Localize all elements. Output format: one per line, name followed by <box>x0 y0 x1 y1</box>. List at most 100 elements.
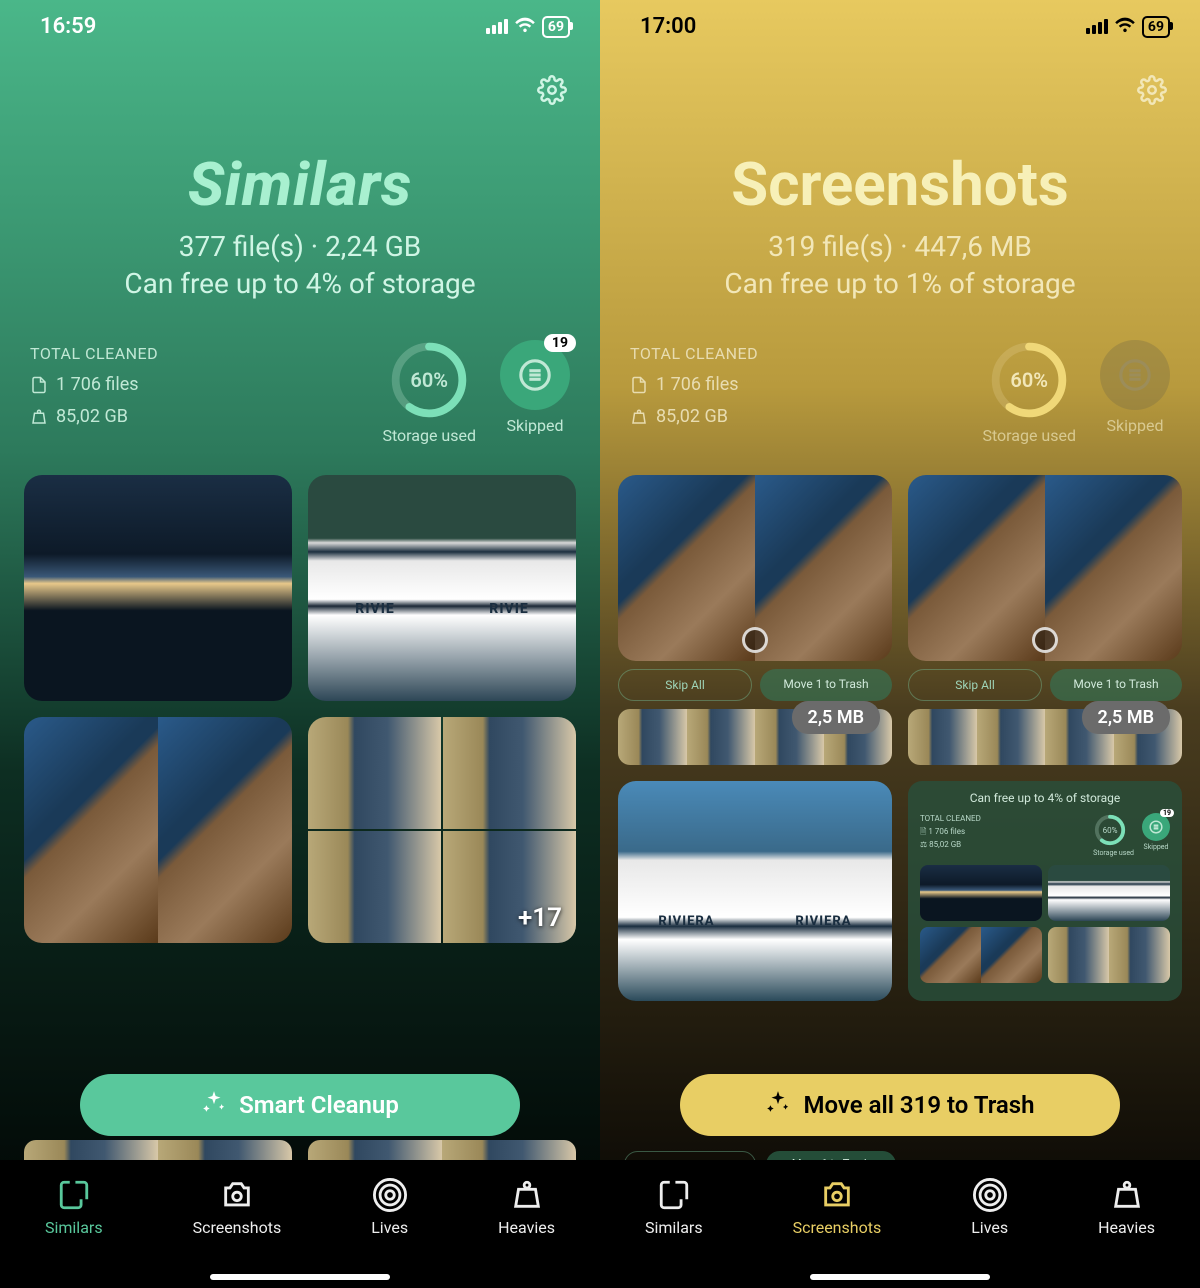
storage-percent: 60% <box>389 340 469 420</box>
tab-label: Screenshots <box>793 1218 882 1237</box>
storage-label: Storage used <box>382 426 476 445</box>
time: 16:59 <box>40 14 96 39</box>
screenshots-icon <box>220 1178 254 1212</box>
page-title: Screenshots <box>600 149 1200 220</box>
total-cleaned-label: TOTAL CLEANED <box>630 340 758 369</box>
home-indicator[interactable] <box>210 1274 390 1280</box>
battery-icon: 69 <box>1142 16 1170 38</box>
more-count: +17 <box>518 903 562 933</box>
total-cleaned-block: TOTAL CLEANED 1 706 files 85,02 GB <box>30 340 158 434</box>
cta-label: Smart Cleanup <box>239 1091 399 1119</box>
signal-icon <box>1086 19 1108 34</box>
signal-icon <box>486 19 508 34</box>
tab-label: Heavies <box>498 1218 555 1237</box>
size-badge: 2,5 MB <box>792 701 880 734</box>
wifi-icon <box>514 14 536 39</box>
page-title: Similars <box>0 149 600 220</box>
tab-heavies[interactable]: Heavies <box>1098 1178 1155 1237</box>
tab-lives[interactable]: Lives <box>371 1178 408 1237</box>
tab-heavies[interactable]: Heavies <box>498 1178 555 1237</box>
screenshot-group[interactable] <box>908 475 1182 661</box>
total-cleaned-files: 1 706 files <box>656 369 739 401</box>
heavies-icon <box>510 1178 544 1212</box>
similar-group[interactable] <box>24 717 292 943</box>
tab-label: Screenshots <box>193 1218 282 1237</box>
heavies-icon <box>1110 1178 1144 1212</box>
skip-all-button[interactable]: Skip All <box>908 669 1042 701</box>
lives-icon <box>373 1178 407 1212</box>
tab-lives[interactable]: Lives <box>971 1178 1008 1237</box>
mini-preview-card[interactable]: Can free up to 4% of storage TOTAL CLEAN… <box>908 781 1182 1001</box>
total-cleaned-size: 85,02 GB <box>656 401 728 433</box>
mini-storage-label: Storage used <box>1093 849 1134 857</box>
tab-label: Lives <box>371 1218 408 1237</box>
select-circle[interactable] <box>1032 627 1058 653</box>
similars-icon <box>657 1178 691 1212</box>
file-icon <box>30 376 48 394</box>
riviera-text: RIVIERA <box>795 914 851 929</box>
tab-label: Lives <box>971 1218 1008 1237</box>
lives-icon <box>973 1178 1007 1212</box>
storage-hint: Can free up to 1% of storage <box>600 267 1200 300</box>
tab-label: Heavies <box>1098 1218 1155 1237</box>
similar-group[interactable]: +17 <box>308 717 576 943</box>
mini-skipped-badge: 19 <box>1160 809 1174 817</box>
settings-button[interactable] <box>1134 72 1170 108</box>
total-cleaned-size: 85,02 GB <box>56 401 128 433</box>
select-circle[interactable] <box>742 627 768 653</box>
wifi-icon <box>1114 14 1136 39</box>
tab-similars[interactable]: Similars <box>45 1178 103 1237</box>
similars-icon <box>57 1178 91 1212</box>
smart-cleanup-button[interactable]: Smart Cleanup <box>80 1074 520 1136</box>
similar-group[interactable] <box>24 475 292 701</box>
screenshots-icon <box>820 1178 854 1212</box>
cta-label: Move all 319 to Trash <box>803 1091 1034 1119</box>
storage-ring: 60% <box>989 340 1069 420</box>
mini-storage-ring: 60% <box>1093 813 1127 847</box>
screenshot-group[interactable]: RIVIERA RIVIERA <box>618 781 892 1001</box>
mini-tc-label: TOTAL CLEANED <box>920 813 981 826</box>
screenshot-group[interactable] <box>618 475 892 661</box>
battery-icon: 69 <box>542 16 570 38</box>
tab-screenshots[interactable]: Screenshots <box>793 1178 882 1237</box>
size-badge: 2,5 MB <box>1082 701 1170 734</box>
time: 17:00 <box>640 14 696 39</box>
riviera-text: RIVIERA <box>658 914 714 929</box>
total-cleaned-block: TOTAL CLEANED 1 706 files 85,02 GB <box>630 340 758 434</box>
mini-skipped-button: 19 <box>1142 813 1170 841</box>
move-one-button[interactable]: Move 1 to Trash <box>760 669 892 701</box>
sparkle-icon <box>201 1089 227 1121</box>
mini-skipped-label: Skipped <box>1142 843 1170 851</box>
settings-button[interactable] <box>534 72 570 108</box>
tab-similars[interactable]: Similars <box>645 1178 703 1237</box>
status-indicators: 69 <box>486 14 570 39</box>
skipped-label: Skipped <box>507 416 564 435</box>
file-summary: 319 file(s) · 447,6 MB <box>600 230 1200 263</box>
status-indicators: 69 <box>1086 14 1170 39</box>
mini-storage-hint: Can free up to 4% of storage <box>920 791 1170 805</box>
total-cleaned-label: TOTAL CLEANED <box>30 340 158 369</box>
skipped-button[interactable] <box>1100 340 1170 410</box>
mini-files: 1 706 files <box>928 827 965 836</box>
skip-all-button[interactable]: Skip All <box>618 669 752 701</box>
tab-label: Similars <box>645 1218 703 1237</box>
mini-ring-text: 60% <box>1093 813 1127 847</box>
storage-hint: Can free up to 4% of storage <box>0 267 600 300</box>
move-all-button[interactable]: Move all 319 to Trash <box>680 1074 1120 1136</box>
tab-label: Similars <box>45 1218 103 1237</box>
weight-icon <box>630 408 648 426</box>
storage-label: Storage used <box>982 426 1076 445</box>
skipped-label: Skipped <box>1107 416 1164 435</box>
total-cleaned-files: 1 706 files <box>56 369 139 401</box>
file-summary: 377 file(s) · 2,24 GB <box>0 230 600 263</box>
storage-ring: 60% <box>389 340 469 420</box>
home-indicator[interactable] <box>810 1274 990 1280</box>
skipped-badge: 19 <box>544 334 576 352</box>
skipped-button[interactable]: 19 <box>500 340 570 410</box>
similar-group[interactable]: RIVIERIVIE <box>308 475 576 701</box>
move-one-button[interactable]: Move 1 to Trash <box>1050 669 1182 701</box>
file-icon <box>630 376 648 394</box>
weight-icon <box>30 408 48 426</box>
sparkle-icon <box>765 1089 791 1121</box>
tab-screenshots[interactable]: Screenshots <box>193 1178 282 1237</box>
